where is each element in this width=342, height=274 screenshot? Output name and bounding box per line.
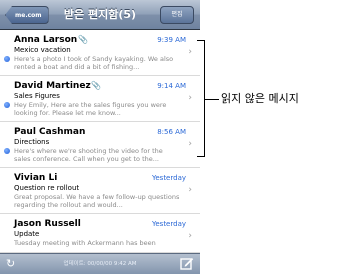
bottom-toolbar: ↻ 업데이트: 00/00/00 9:42 AM xyxy=(0,253,200,274)
message-subject: Directions xyxy=(14,138,50,146)
message-subject: Sales Figures xyxy=(14,92,60,100)
message-preview: Hey Emily, Here are the sales figures yo… xyxy=(14,101,167,117)
refresh-icon[interactable]: ↻ xyxy=(6,257,15,271)
back-button[interactable]: me.com xyxy=(5,6,49,24)
callout-line xyxy=(205,99,219,100)
unread-messages-callout: 읽지 않은 메시지 xyxy=(221,92,299,105)
update-status: 업데이트: 00/00/00 9:42 AM xyxy=(63,261,137,267)
sender-name: Vivian Li xyxy=(14,173,58,183)
message-row[interactable]: Jason Russell Yesterday Update Tuesday m… xyxy=(0,214,200,253)
message-row[interactable]: Anna Larson 📎 9:39 AM Mexico vacation He… xyxy=(0,30,200,76)
chevron-right-icon: › xyxy=(188,93,192,103)
message-row[interactable]: Vivian Li Yesterday Question re rollout … xyxy=(0,168,200,214)
compose-icon[interactable] xyxy=(180,257,194,270)
unread-dot-icon xyxy=(4,148,10,154)
page-title: 받은 편지함(5) xyxy=(63,8,137,21)
message-subject: Mexico vacation xyxy=(14,46,71,54)
message-time: 8:56 AM xyxy=(157,128,186,136)
message-list: Anna Larson 📎 9:39 AM Mexico vacation He… xyxy=(0,30,200,253)
chevron-right-icon: › xyxy=(188,139,192,149)
message-preview: Great proposal. We have a few follow-up … xyxy=(14,193,180,209)
message-time: 9:39 AM xyxy=(157,36,186,44)
message-row[interactable]: David Martinez 📎 9:14 AM Sales Figures H… xyxy=(0,76,200,122)
chevron-right-icon: › xyxy=(188,47,192,57)
message-time: 9:14 AM xyxy=(157,82,186,90)
sender-name: Paul Cashman xyxy=(14,127,86,137)
mail-app-screen: me.com 받은 편지함(5) 편집 Anna Larson 📎 9:39 A… xyxy=(0,0,200,274)
paperclip-icon: 📎 xyxy=(78,35,88,44)
sender-name: Jason Russell xyxy=(14,219,81,229)
sender-name: Anna Larson xyxy=(14,35,78,45)
message-time: Yesterday xyxy=(152,174,186,182)
unread-dot-icon xyxy=(4,56,10,62)
message-subject: Question re rollout xyxy=(14,184,80,192)
sender-name: David Martinez xyxy=(14,81,91,91)
chevron-right-icon: › xyxy=(188,185,192,195)
paperclip-icon: 📎 xyxy=(91,81,101,90)
message-subject: Update xyxy=(14,230,40,238)
unread-bracket xyxy=(197,40,205,157)
message-preview: Here's where we're shooting the video fo… xyxy=(14,147,163,163)
edit-button[interactable]: 편집 xyxy=(160,6,194,24)
message-preview: Here's a photo I took of Sandy kayaking.… xyxy=(14,55,174,71)
message-row[interactable]: Paul Cashman 8:56 AM Directions Here's w… xyxy=(0,122,200,168)
message-preview: Tuesday meeting with Ackermann has been xyxy=(14,239,156,247)
unread-dot-icon xyxy=(4,102,10,108)
chevron-right-icon: › xyxy=(188,231,192,241)
navigation-bar: me.com 받은 편지함(5) 편집 xyxy=(0,0,200,30)
message-time: Yesterday xyxy=(152,220,186,228)
